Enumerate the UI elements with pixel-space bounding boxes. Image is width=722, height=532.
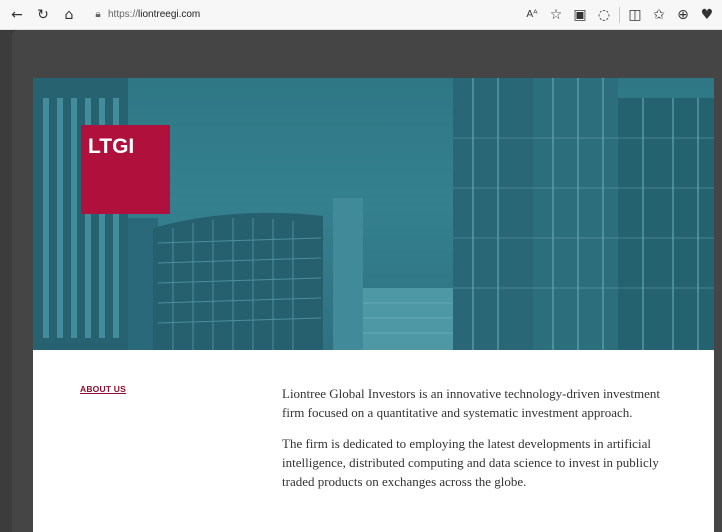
url-domain: liontreegi.com	[138, 9, 201, 20]
lock-icon[interactable]: 🔒︎	[88, 5, 108, 25]
hero-banner: LTGI	[33, 78, 714, 350]
split-screen-icon[interactable]: ◫	[624, 4, 646, 26]
star-icon[interactable]: ☆	[545, 4, 567, 26]
about-text: Liontree Global Investors is an innovati…	[282, 384, 682, 503]
logo-text: LTGI	[88, 135, 135, 158]
collections-icon[interactable]: ⊕	[672, 4, 694, 26]
address-bar[interactable]: 🔒︎ https://liontreegi.com	[88, 4, 468, 26]
city-skyline-image	[33, 78, 714, 350]
read-aloud-icon[interactable]: Aᴬ	[521, 4, 543, 26]
about-paragraph-1: Liontree Global Investors is an innovati…	[282, 386, 660, 420]
refresh-icon[interactable]: ↻	[32, 4, 54, 26]
favorites-icon[interactable]: ✩	[648, 4, 670, 26]
copilot-icon[interactable]: ◌	[593, 4, 615, 26]
extension-icon[interactable]: ▣	[569, 4, 591, 26]
browser-toolbar: ← ↻ ⌂ 🔒︎ https://liontreegi.com Aᴬ ☆ ▣ ◌…	[0, 0, 722, 30]
url-prefix: https://	[108, 9, 139, 20]
browser-essentials-icon[interactable]: ♥	[696, 4, 718, 26]
toolbar-separator	[619, 6, 620, 23]
home-icon[interactable]: ⌂	[58, 4, 80, 26]
toolbar-right-icons: Aᴬ ☆ ▣ ◌ ◫ ✩ ⊕ ♥	[521, 4, 718, 26]
content-card: LTGI ABOUT US Liontree Global Investors …	[33, 78, 714, 532]
nav-buttons: ← ↻ ⌂	[6, 4, 80, 26]
about-us-link[interactable]: ABOUT US	[80, 384, 126, 394]
url-text: https://liontreegi.com	[108, 9, 200, 20]
logo-box[interactable]: LTGI	[81, 125, 170, 214]
back-arrow-icon[interactable]: ←	[6, 4, 28, 26]
about-paragraph-2: The firm is dedicated to employing the l…	[282, 436, 659, 489]
